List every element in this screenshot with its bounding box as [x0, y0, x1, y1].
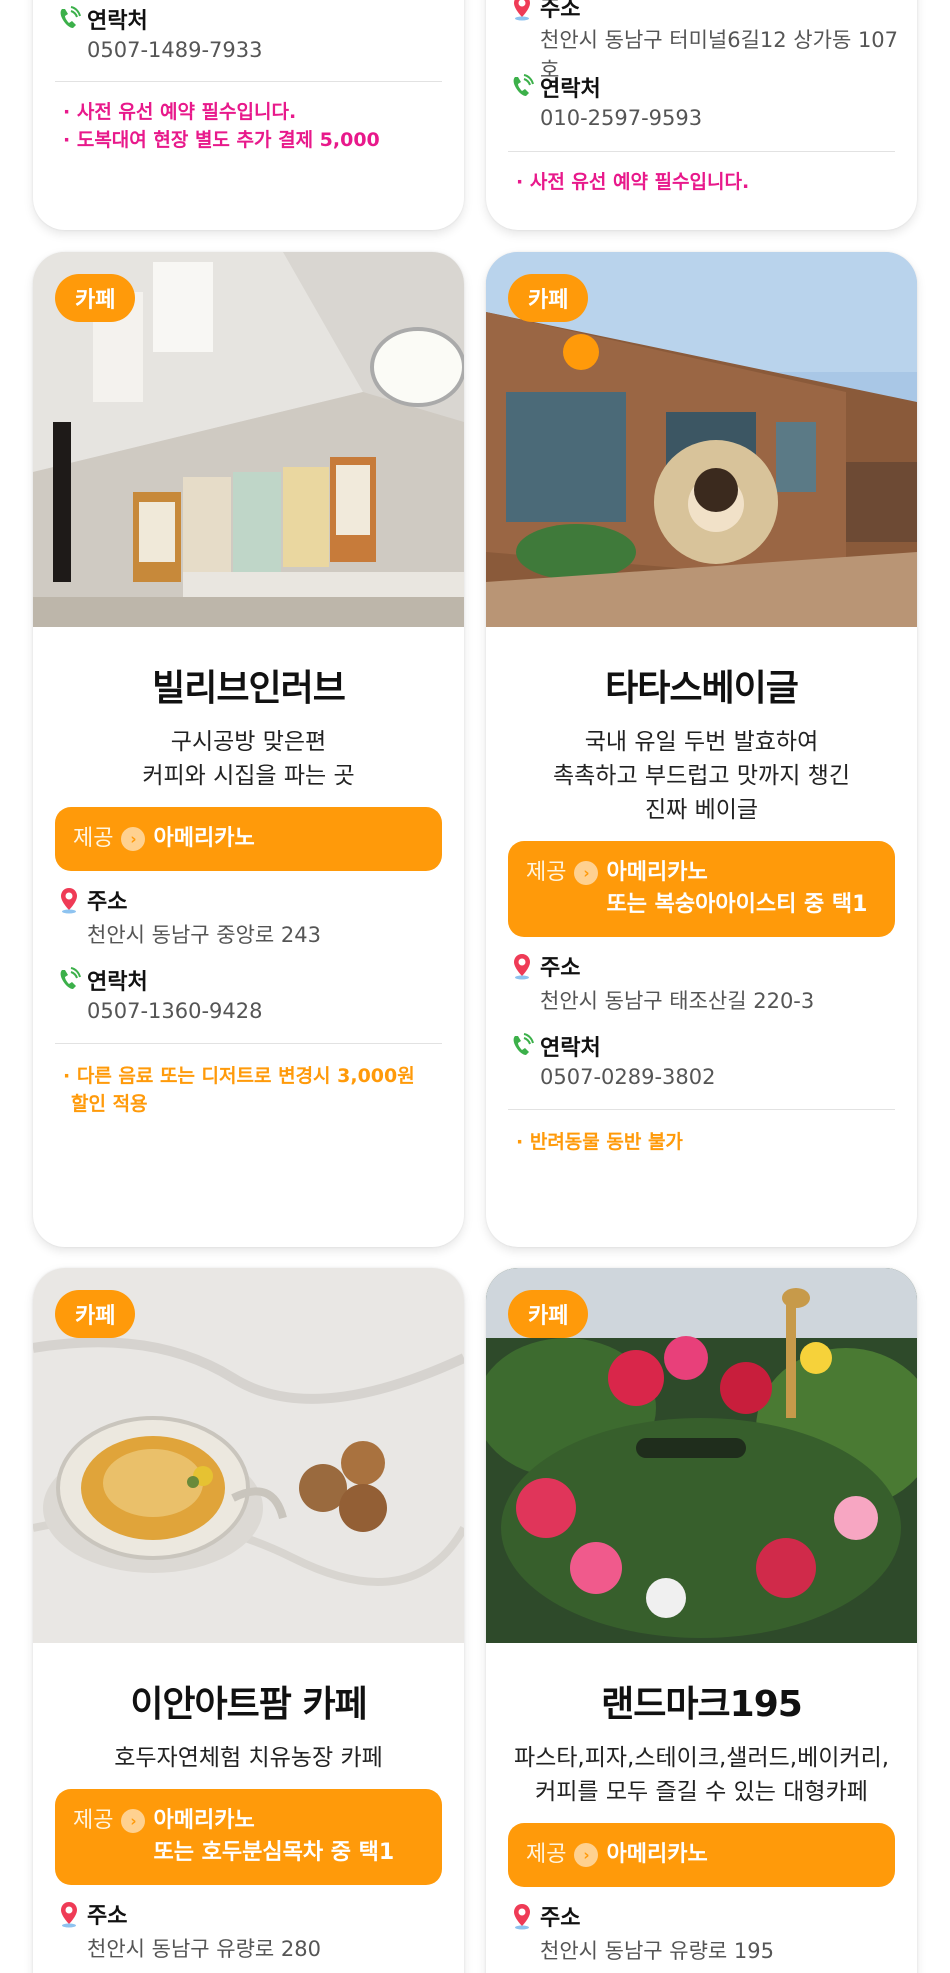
store-card-tatas-bagel[interactable]: 카페 타타스베이글 국내 유일 두번 발효하여 촉촉하고 부드럽고 맛까지 챙긴…: [486, 252, 917, 1247]
address-value: 천안시 동남구 유량로 280: [87, 1937, 321, 1961]
store-title: 이안아트팜 카페: [130, 1684, 367, 1725]
store-card-top-right: 주소 천안시 동남구 터미널6길12 상가동 107호 연락처 010-2597…: [486, 0, 917, 230]
contact-label: 연락처: [540, 1036, 601, 1061]
store-title: 타타스베이글: [605, 668, 799, 709]
address-label: 주소: [540, 956, 581, 981]
contact-label: 연락처: [87, 970, 148, 995]
offer-label: 제공: [526, 1842, 567, 1867]
category-badge: 카페: [55, 1290, 136, 1338]
address-value: 천안시 동남구 중앙로 243: [87, 923, 321, 947]
desc-line: 커피를 모두 즐길 수 있는 대형카페: [535, 1779, 868, 1805]
offer-label: 제공: [73, 1808, 114, 1833]
notes: · 사전 유선 예약 필수입니다.: [516, 168, 749, 196]
store-photo: 카페: [33, 1268, 464, 1643]
store-photo: 카페: [486, 1268, 917, 1643]
contact-value: 0507-1360-9428: [87, 999, 263, 1023]
offer-box: 제공 › 아메리카노: [508, 1823, 895, 1887]
address-value: 천안시 동남구 터미널6길12 상가동 107호: [540, 28, 899, 82]
desc-line: 구시공방 맞은편: [170, 729, 327, 755]
desc-line: 호두자연체험 치유농장 카페: [114, 1745, 383, 1771]
map-pin-icon: [514, 954, 530, 980]
offer-label: 제공: [526, 860, 567, 885]
store-card-top-left: 연락처 0507-1489-7933 · 사전 유선 예약 필수입니다. · 도…: [33, 0, 464, 230]
map-pin-icon: [61, 888, 77, 914]
offer-label: 제공: [73, 826, 114, 851]
notes: · 사전 유선 예약 필수입니다. · 도복대여 현장 별도 추가 결제 5,0…: [63, 98, 380, 154]
desc-line: 국내 유일 두번 발효하여: [584, 729, 819, 755]
store-photo: 카페: [33, 252, 464, 627]
note-line: · 도복대여 현장 별도 추가 결제 5,000: [63, 129, 380, 151]
desc-line: 촉촉하고 부드럽고 맛까지 챙긴: [552, 763, 850, 789]
notes: · 반려동물 동반 불가: [516, 1128, 895, 1156]
contact-value: 010-2597-9593: [540, 106, 703, 130]
phone-icon: [60, 6, 81, 28]
address-value: 천안시 동남구 유량로 195: [540, 1939, 774, 1963]
category-badge: 카페: [508, 274, 589, 322]
offer-box: 제공 › 아메리카노: [55, 807, 442, 871]
store-description: 파스타,피자,스테이크,샐러드,베이커리, 커피를 모두 즐길 수 있는 대형카…: [486, 1741, 917, 1809]
map-pin-icon: [61, 1902, 77, 1928]
store-description: 구시공방 맞은편 커피와 시집을 파는 곳: [33, 725, 464, 793]
store-title: 빌리브인러브: [152, 668, 346, 709]
map-pin-icon: [514, 1904, 530, 1930]
desc-line: 커피와 시집을 파는 곳: [142, 763, 355, 789]
chevron-right-circle-icon: ›: [574, 1843, 599, 1867]
offer-item: 또는 복숭아아이스티 중 택1: [606, 892, 868, 917]
address-label: 주소: [87, 1904, 128, 1929]
offer-box: 제공 › 아메리카노 또는 호두분심목차 중 택1: [55, 1789, 442, 1885]
desc-line: 진짜 베이글: [644, 797, 759, 823]
note-line: · 반려동물 동반 불가: [516, 1131, 683, 1153]
contact-value: 0507-1489-7933: [87, 38, 263, 62]
category-badge: 카페: [508, 1290, 589, 1338]
note-line: · 사전 유선 예약 필수입니다.: [516, 171, 750, 193]
address-label: 주소: [540, 0, 581, 22]
contact-label: 연락처: [540, 77, 601, 102]
store-photo: 카페: [486, 252, 917, 627]
offer-box: 제공 › 아메리카노 또는 복숭아아이스티 중 택1: [508, 841, 895, 937]
chevron-right-circle-icon: ›: [121, 827, 146, 851]
store-description: 호두자연체험 치유농장 카페: [33, 1741, 464, 1775]
address-label: 주소: [87, 890, 128, 915]
contact-label: 연락처: [87, 9, 148, 34]
phone-icon: [513, 1033, 534, 1055]
address-label: 주소: [540, 1906, 581, 1931]
chevron-right-circle-icon: ›: [574, 861, 599, 885]
notes: · 다른 음료 또는 디저트로 변경시 3,000원 할인 적용: [63, 1062, 442, 1118]
store-card-landmark195[interactable]: 카페 랜드마크195 파스타,피자,스테이크,샐러드,베이커리, 커피를 모두 …: [486, 1268, 917, 1973]
divider: [508, 151, 895, 152]
offer-item: 아메리카노: [153, 826, 255, 851]
chevron-right-circle-icon: ›: [121, 1809, 146, 1833]
divider: [55, 1043, 442, 1044]
store-description: 국내 유일 두번 발효하여 촉촉하고 부드럽고 맛까지 챙긴 진짜 베이글: [486, 725, 917, 827]
category-badge: 카페: [55, 274, 136, 322]
store-title: 랜드마크195: [601, 1684, 803, 1725]
store-card-ian-artfarm[interactable]: 카페 이안아트팜 카페 호두자연체험 치유농장 카페 제공 › 아메리카노 또는…: [33, 1268, 464, 1973]
note-line: · 다른 음료 또는 디저트로 변경시 3,000원: [63, 1065, 415, 1087]
map-pin-icon: [514, 0, 530, 21]
offer-item: 또는 호두분심목차 중 택1: [153, 1840, 395, 1865]
offer-item: 아메리카노: [153, 1808, 255, 1833]
phone-icon: [513, 74, 534, 96]
note-line: · 사전 유선 예약 필수입니다.: [63, 101, 297, 123]
offer-item: 아메리카노: [606, 1842, 708, 1867]
address-value: 천안시 동남구 태조산길 220-3: [540, 989, 815, 1013]
desc-line: 파스타,피자,스테이크,샐러드,베이커리,: [513, 1745, 890, 1771]
divider: [508, 1109, 895, 1110]
note-line: 할인 적용: [71, 1093, 148, 1115]
offer-item: 아메리카노: [606, 860, 708, 885]
store-card-believe-in-love[interactable]: 카페 빌리브인러브 구시공방 맞은편 커피와 시집을 파는 곳 제공 › 아메리…: [33, 252, 464, 1247]
contact-value: 0507-0289-3802: [540, 1065, 716, 1089]
divider: [55, 81, 442, 82]
phone-icon: [60, 967, 81, 989]
